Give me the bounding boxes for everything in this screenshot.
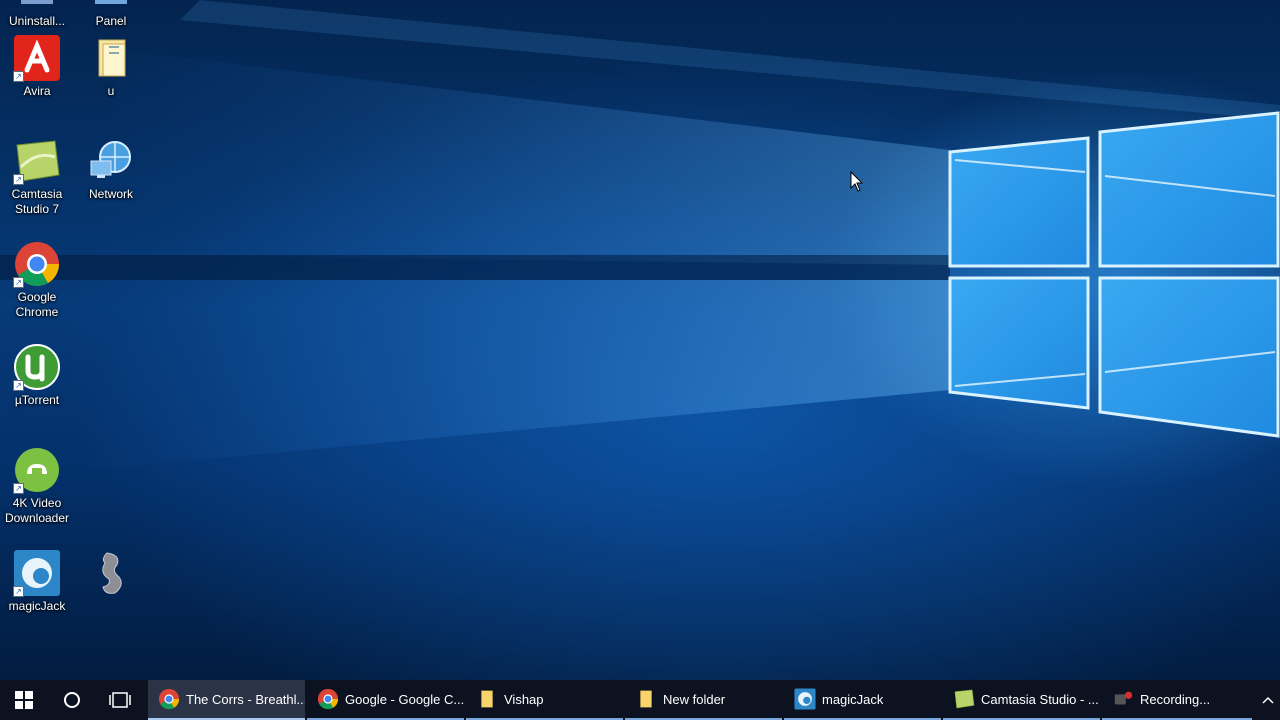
task-label: magicJack [822, 691, 884, 707]
mouse-cursor-icon [850, 171, 864, 192]
utorrent-icon: ↗ [13, 343, 61, 391]
folder-icon [481, 690, 493, 708]
uninstall-icon [13, 0, 61, 12]
shortcut-arrow-icon: ↗ [13, 586, 24, 597]
taskbar-task-new-folder[interactable]: New folder [625, 680, 782, 720]
task-label: New folder [663, 691, 726, 707]
taskbar-task-camtasia[interactable]: Camtasia Studio - ... [943, 680, 1100, 720]
shortcut-label: Network [88, 187, 133, 201]
shortcut-label: 4K Video Downloader [4, 496, 70, 525]
shortcut-4k-video-downloader[interactable]: ↗ 4K Video Downloader [0, 446, 74, 526]
shortcut-avira[interactable]: ↗ Avira [0, 34, 74, 99]
taskbar-task-chrome-corrs[interactable]: The Corrs - Breathl... [148, 680, 305, 720]
magicjack-icon: ↗ [13, 549, 61, 597]
shortcut-folder-u[interactable]: u [74, 34, 148, 99]
task-label: Google - Google C... [345, 691, 464, 707]
avira-icon: ↗ [13, 34, 61, 82]
shortcut-arrow-icon: ↗ [13, 174, 24, 185]
show-hidden-icons-button[interactable] [1256, 680, 1280, 720]
chrome-icon: ↗ [13, 240, 61, 288]
shortcut-label: Uninstall... [8, 14, 66, 28]
chevron-up-icon [1262, 696, 1274, 704]
shortcut-dragon[interactable] [74, 549, 148, 599]
4k-video-downloader-icon: ↗ [13, 446, 61, 494]
task-label: Vishap [504, 691, 544, 707]
shortcut-google-chrome[interactable]: ↗ Google Chrome [0, 240, 74, 320]
shortcut-label: Panel [95, 14, 127, 28]
folder-icon [640, 690, 652, 708]
shortcut-arrow-icon: ↗ [13, 483, 24, 494]
shortcut-arrow-icon: ↗ [13, 71, 24, 82]
dragon-icon [87, 549, 135, 597]
folder-icon [87, 34, 135, 82]
network-icon [87, 137, 135, 185]
shortcut-arrow-icon: ↗ [13, 277, 24, 288]
task-label: Recording... [1140, 691, 1211, 707]
cortana-button[interactable] [48, 680, 96, 720]
shortcut-uninstall[interactable]: Uninstall... [0, 0, 74, 29]
shortcut-utorrent[interactable]: ↗ µTorrent [0, 343, 74, 408]
chrome-icon [317, 688, 339, 710]
cortana-circle-icon [64, 692, 80, 708]
shortcut-control-panel[interactable]: Panel [74, 0, 148, 29]
taskbar-task-vishap[interactable]: Vishap [466, 680, 623, 720]
shortcut-magicjack[interactable]: ↗ magicJack [0, 549, 74, 614]
taskbar-task-recording[interactable]: Recording... [1102, 680, 1252, 720]
shortcut-label: µTorrent [14, 393, 60, 407]
shortcut-network[interactable]: Network [74, 137, 148, 202]
camtasia-icon: ↗ [13, 137, 61, 185]
start-button[interactable] [0, 680, 48, 720]
control-panel-icon [87, 0, 135, 12]
shortcut-camtasia[interactable]: ↗ Camtasia Studio 7 [0, 137, 74, 217]
shortcut-label: Avira [23, 84, 51, 98]
desktop: Uninstall... Panel ↗ Avira u ↗ Camtasia … [0, 0, 1280, 680]
wallpaper-light-beams [0, 0, 1280, 470]
task-label: Camtasia Studio - ... [981, 691, 1099, 707]
task-view-button[interactable] [96, 680, 144, 720]
task-label: The Corrs - Breathl... [186, 691, 305, 707]
shortcut-label: u [107, 84, 115, 98]
taskbar: The Corrs - Breathl... Google - Google C… [0, 680, 1280, 720]
taskbar-task-magicjack[interactable]: magicJack [784, 680, 941, 720]
shortcut-label: Google Chrome [15, 290, 59, 319]
task-view-icon [109, 692, 131, 708]
windows-start-icon [15, 691, 33, 709]
shortcut-label: magicJack [8, 599, 66, 613]
taskbar-task-chrome-google[interactable]: Google - Google C... [307, 680, 464, 720]
shortcut-label: Camtasia Studio 7 [11, 187, 63, 216]
recorder-icon [1114, 691, 1133, 705]
shortcut-arrow-icon: ↗ [13, 380, 24, 391]
magicjack-icon [794, 688, 816, 710]
camtasia-icon [954, 689, 975, 709]
chrome-icon [158, 688, 180, 710]
